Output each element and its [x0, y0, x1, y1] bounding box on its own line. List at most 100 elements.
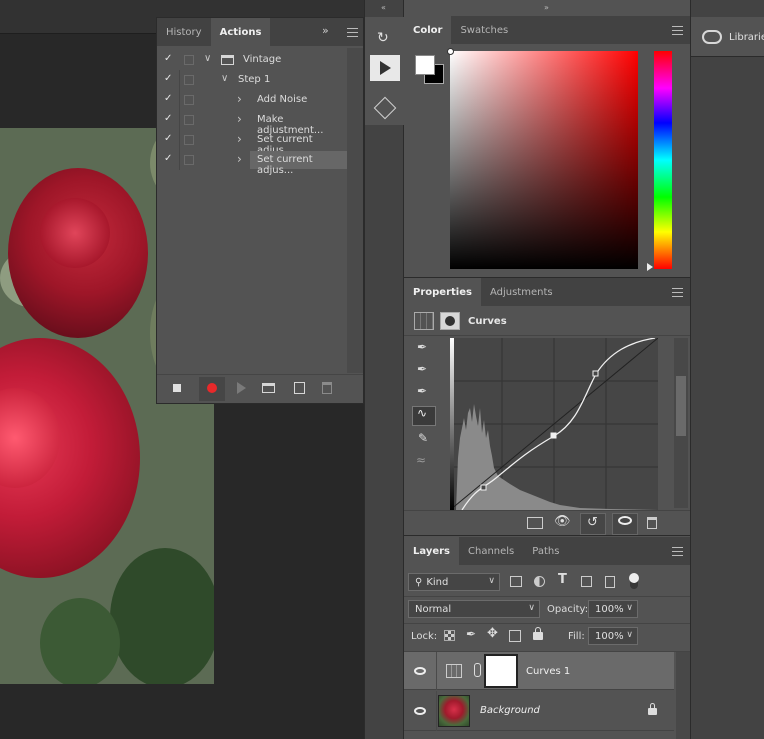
panel-menu-icon[interactable]: [672, 26, 683, 35]
folder-icon[interactable]: [262, 383, 275, 393]
tab-adjustments[interactable]: Adjustments: [481, 278, 562, 306]
chevron-right-icon[interactable]: ›: [237, 92, 242, 106]
chevron-down-icon[interactable]: ∨: [204, 53, 211, 64]
clone-source-icon[interactable]: [373, 96, 397, 120]
chevron-down-icon[interactable]: ∨: [221, 73, 228, 84]
record-icon[interactable]: [207, 383, 217, 393]
play-icon[interactable]: [237, 382, 246, 394]
stop-icon[interactable]: [173, 384, 181, 392]
layers-panel: Layers Channels Paths ⚲ Kind ∨ T Normal …: [404, 537, 690, 739]
collapse-dock-icon[interactable]: «: [381, 3, 386, 12]
toggle-dialog-icon[interactable]: [184, 75, 194, 85]
action-row-set-current-2[interactable]: ✓ › Set current adjus...: [157, 150, 347, 176]
view-previous-state-icon[interactable]: 👁: [554, 514, 571, 529]
action-row-set-current-1[interactable]: ✓ › Set current adjus...: [157, 130, 347, 156]
foreground-color-swatch[interactable]: [415, 55, 435, 75]
filter-adjustment-icon[interactable]: [534, 576, 545, 587]
search-icon: ⚲: [415, 576, 423, 588]
color-picker-handle[interactable]: [447, 48, 454, 55]
toggle-dialog-icon[interactable]: [184, 115, 194, 125]
action-row-make-adjustment[interactable]: ✓ › Make adjustment...: [157, 110, 347, 136]
eyedropper-black-icon[interactable]: ✒: [417, 340, 427, 354]
curves-adjustment-icon: [414, 312, 434, 330]
toggle-item-icon[interactable]: ✓: [164, 54, 174, 64]
action-row-add-noise[interactable]: ✓ › Add Noise: [157, 90, 347, 110]
layer-row-curves[interactable]: Curves 1: [404, 652, 674, 690]
toggle-item-icon[interactable]: ✓: [164, 134, 174, 144]
layer-name[interactable]: Curves 1: [526, 666, 570, 677]
history-brush-icon[interactable]: ↻: [377, 30, 389, 46]
actions-scrollbar[interactable]: [347, 48, 363, 373]
action-row-vintage[interactable]: ✓ ∨ Vintage: [157, 50, 347, 70]
smooth-curve-icon[interactable]: ≈: [416, 453, 426, 467]
tab-color[interactable]: Color: [404, 16, 452, 44]
chevron-down-icon: ∨: [626, 630, 633, 640]
visibility-icon[interactable]: [618, 516, 632, 525]
filter-type-icon[interactable]: T: [558, 572, 567, 587]
curves-graph-svg: [450, 338, 658, 510]
tab-history[interactable]: History: [157, 18, 211, 46]
pencil-icon[interactable]: ✎: [418, 431, 428, 445]
mask-link-icon[interactable]: [474, 663, 481, 677]
chevron-right-icon[interactable]: ›: [237, 152, 242, 166]
hue-slider-handle[interactable]: [647, 263, 653, 271]
toggle-dialog-icon[interactable]: [184, 155, 194, 165]
panel-menu-icon[interactable]: [672, 547, 683, 556]
tab-channels[interactable]: Channels: [459, 537, 523, 565]
fill-field[interactable]: 100% ∨: [588, 627, 638, 645]
toggle-dialog-icon[interactable]: [184, 55, 194, 65]
reset-icon[interactable]: ↺: [587, 515, 598, 530]
curves-graph[interactable]: [450, 338, 658, 510]
libraries-tab[interactable]: Librarie: [691, 17, 764, 57]
eyedropper-gray-icon[interactable]: ✒: [417, 362, 427, 376]
clip-to-layer-icon[interactable]: [527, 517, 543, 529]
tab-layers[interactable]: Layers: [404, 537, 459, 565]
collapse-panels-icon[interactable]: »: [544, 3, 549, 12]
action-row-step1[interactable]: ✓ ∨ Step 1: [157, 70, 347, 90]
blend-mode-dropdown[interactable]: Normal ∨: [408, 600, 540, 618]
lock-artboard-icon[interactable]: [509, 630, 521, 642]
toggle-item-icon[interactable]: ✓: [164, 154, 174, 164]
expand-panel-icon[interactable]: »: [322, 24, 329, 37]
visibility-icon[interactable]: [414, 707, 426, 715]
scrollbar-thumb[interactable]: [676, 376, 686, 436]
eye-column-divider: [436, 652, 437, 690]
hue-slider[interactable]: [654, 51, 672, 269]
filter-shape-icon[interactable]: [581, 576, 592, 587]
layer-mask-thumbnail[interactable]: [484, 654, 518, 688]
opacity-field[interactable]: 100% ∨: [588, 600, 638, 618]
tab-swatches[interactable]: Swatches: [451, 16, 517, 44]
layer-name[interactable]: Background: [480, 705, 540, 716]
tab-actions[interactable]: Actions: [210, 18, 271, 46]
toggle-item-icon[interactable]: ✓: [164, 114, 174, 124]
panel-menu-icon[interactable]: [347, 28, 358, 37]
layer-filter-dropdown[interactable]: ⚲ Kind ∨: [408, 573, 500, 591]
layer-thumbnail[interactable]: [438, 695, 470, 727]
layer-row-background[interactable]: Background: [404, 691, 674, 731]
lock-position-icon[interactable]: ✥: [487, 626, 498, 641]
new-action-icon[interactable]: [294, 382, 305, 394]
delete-icon[interactable]: [647, 517, 657, 529]
lock-image-icon[interactable]: ✒: [466, 627, 476, 641]
eyedropper-white-icon[interactable]: ✒: [417, 384, 427, 398]
action-set-label: Vintage: [243, 54, 282, 65]
toggle-dialog-icon[interactable]: [184, 135, 194, 145]
tab-paths[interactable]: Paths: [523, 537, 568, 565]
filter-smart-object-icon[interactable]: [605, 576, 615, 588]
toggle-item-icon[interactable]: ✓: [164, 94, 174, 104]
properties-scrollbar[interactable]: [674, 338, 688, 508]
play-icon: [380, 61, 391, 75]
layers-scrollbar[interactable]: [676, 652, 690, 739]
delete-icon[interactable]: [322, 382, 332, 394]
divider: [404, 623, 690, 624]
chevron-right-icon[interactable]: ›: [237, 112, 242, 126]
visibility-icon[interactable]: [414, 667, 426, 675]
saturation-brightness-field[interactable]: [450, 51, 638, 269]
filter-pixel-icon[interactable]: [510, 576, 522, 587]
panel-menu-icon[interactable]: [672, 288, 683, 297]
toggle-dialog-icon[interactable]: [184, 95, 194, 105]
toggle-item-icon[interactable]: ✓: [164, 74, 174, 84]
lock-transparent-icon[interactable]: [444, 630, 455, 641]
chevron-right-icon[interactable]: ›: [237, 132, 242, 146]
tab-properties[interactable]: Properties: [404, 278, 481, 306]
